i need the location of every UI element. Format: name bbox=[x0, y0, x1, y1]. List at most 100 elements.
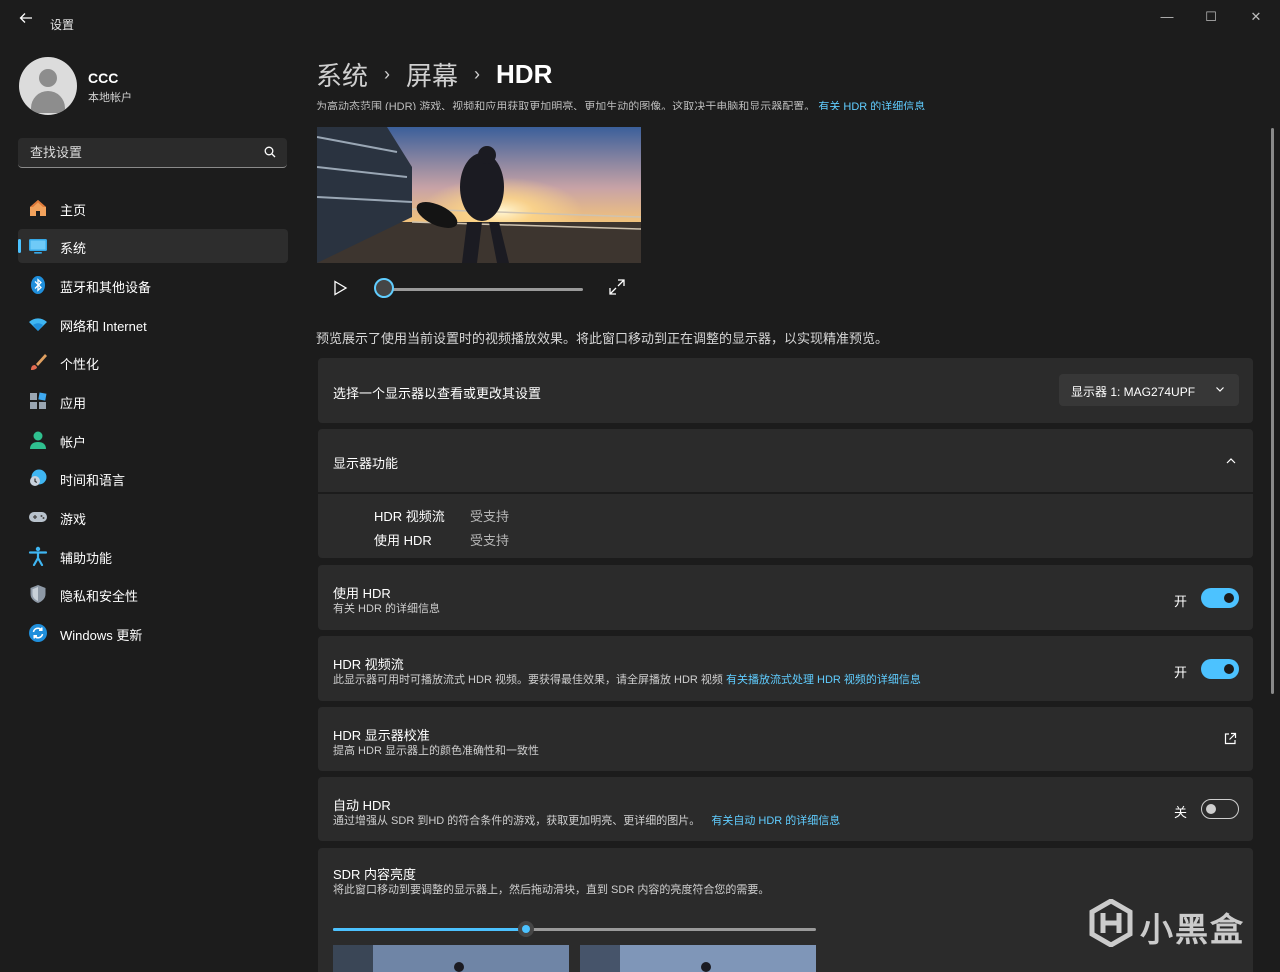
sdr-preview-image-left bbox=[333, 945, 569, 972]
sidebar-item-apps[interactable]: 应用 bbox=[18, 384, 288, 418]
auto-hdr-toggle[interactable] bbox=[1201, 799, 1239, 819]
sidebar-item-label: 辅助功能 bbox=[60, 551, 113, 566]
breadcrumb-display[interactable]: 屏幕 bbox=[406, 56, 458, 93]
search-input[interactable] bbox=[28, 144, 252, 161]
wifi-icon bbox=[29, 318, 47, 331]
time-language-icon bbox=[30, 469, 47, 486]
capabilities-title: 显示器功能 bbox=[333, 456, 399, 471]
title-bar: 设置 — ☐ ✕ bbox=[0, 0, 1280, 46]
capabilities-header[interactable]: 显示器功能 bbox=[318, 429, 1253, 492]
search-icon[interactable] bbox=[263, 145, 277, 159]
auto-hdr-state: 关 bbox=[1173, 805, 1187, 820]
hdr-streaming-desc: 此显示器可用时可播放流式 HDR 视频。要获得最佳效果，请全屏播放 HDR 视频… bbox=[333, 674, 921, 686]
bluetooth-icon bbox=[31, 276, 45, 294]
selected-indicator bbox=[18, 239, 21, 253]
display-select-card: 选择一个显示器以查看或更改其设置 显示器 1: MAG274UPF bbox=[318, 358, 1253, 423]
fullscreen-expand-icon[interactable] bbox=[608, 278, 626, 296]
sidebar-item-bluetooth[interactable]: 蓝牙和其他设备 bbox=[18, 268, 288, 302]
sidebar-item-privacy[interactable]: 隐私和安全性 bbox=[18, 577, 288, 611]
hdr-streaming-card: HDR 视频流 此显示器可用时可播放流式 HDR 视频。要获得最佳效果，请全屏播… bbox=[318, 636, 1253, 701]
hdr-streaming-toggle[interactable] bbox=[1201, 659, 1239, 679]
sdr-preview-image-right bbox=[580, 945, 816, 972]
use-hdr-toggle[interactable] bbox=[1201, 588, 1239, 608]
sidebar-item-network[interactable]: 网络和 Internet bbox=[18, 307, 288, 341]
brush-icon bbox=[31, 354, 47, 370]
video-seek-track[interactable] bbox=[386, 288, 583, 291]
breadcrumb-separator: › bbox=[474, 64, 481, 84]
breadcrumb: 系统 › 屏幕 › HDR bbox=[316, 56, 552, 92]
play-icon[interactable] bbox=[331, 279, 349, 297]
sidebar-item-label: 主页 bbox=[60, 203, 87, 218]
auto-hdr-link[interactable]: 有关自动 HDR 的详细信息 bbox=[711, 815, 840, 827]
display-select-label: 选择一个显示器以查看或更改其设置 bbox=[333, 386, 542, 401]
sdr-brightness-desc: 将此窗口移动到要调整的显示器上，然后拖动滑块，直到 SDR 内容的亮度符合您的需… bbox=[333, 884, 770, 896]
sidebar-item-label: 隐私和安全性 bbox=[60, 589, 139, 604]
breadcrumb-separator: › bbox=[384, 64, 391, 84]
minimize-button[interactable]: — bbox=[1154, 8, 1180, 26]
sidebar-item-label: 应用 bbox=[60, 396, 87, 411]
sidebar-item-personalization[interactable]: 个性化 bbox=[18, 345, 288, 379]
breadcrumb-system[interactable]: 系统 bbox=[316, 56, 368, 93]
use-hdr-state: 开 bbox=[1173, 594, 1187, 609]
hdr-streaming-link[interactable]: 有关播放流式处理 HDR 视频的详细信息 bbox=[726, 674, 921, 686]
sidebar-item-label: 网络和 Internet bbox=[60, 319, 147, 334]
back-arrow-icon[interactable] bbox=[14, 10, 38, 34]
system-display-icon bbox=[29, 239, 47, 254]
display-dropdown[interactable]: 显示器 1: MAG274UPF bbox=[1059, 374, 1239, 406]
capability-name: 使用 HDR bbox=[374, 533, 432, 548]
hdr-streaming-state: 开 bbox=[1173, 665, 1187, 680]
heybox-logo-icon bbox=[1089, 899, 1133, 947]
maximize-button[interactable]: ☐ bbox=[1198, 8, 1224, 26]
capability-name: HDR 视频流 bbox=[374, 509, 445, 524]
avatar[interactable] bbox=[19, 57, 77, 115]
close-button[interactable]: ✕ bbox=[1243, 8, 1269, 26]
sidebar-item-label: 系统 bbox=[60, 241, 87, 256]
intro-text: 为高动态范围 (HDR) 游戏、视频和应用获取更加明亮、更加生动的图像。这取决于… bbox=[316, 98, 1216, 110]
profile-name: CCC bbox=[88, 70, 119, 86]
use-hdr-card: 使用 HDR 有关 HDR 的详细信息 开 bbox=[318, 565, 1253, 630]
sidebar-item-accessibility[interactable]: 辅助功能 bbox=[18, 539, 288, 573]
auto-hdr-desc: 通过增强从 SDR 到HD 的符合条件的游戏，获取更加明亮、更详细的图片。 有关… bbox=[333, 815, 841, 827]
page-title: HDR bbox=[496, 59, 553, 89]
chevron-down-icon bbox=[1216, 387, 1224, 392]
sidebar-item-accounts[interactable]: 帐户 bbox=[18, 423, 288, 457]
scrollbar[interactable] bbox=[1271, 128, 1274, 694]
sidebar-item-windows-update[interactable]: Windows 更新 bbox=[18, 616, 288, 650]
hdr-calibration-card[interactable]: HDR 显示器校准 提高 HDR 显示器上的颜色准确性和一致性 bbox=[318, 707, 1253, 771]
sidebar-item-label: 时间和语言 bbox=[60, 473, 126, 488]
home-icon bbox=[30, 200, 46, 216]
accessibility-icon bbox=[28, 546, 48, 566]
video-seek-thumb[interactable] bbox=[374, 278, 394, 298]
sidebar-item-system[interactable]: 系统 bbox=[18, 229, 288, 263]
sidebar-item-gaming[interactable]: 游戏 bbox=[18, 500, 288, 534]
gamepad-icon bbox=[29, 512, 47, 522]
chevron-up-icon[interactable] bbox=[1225, 455, 1237, 467]
use-hdr-link[interactable]: 有关 HDR 的详细信息 bbox=[333, 600, 440, 616]
display-dropdown-value: 显示器 1: MAG274UPF bbox=[1071, 385, 1196, 399]
open-external-icon[interactable] bbox=[1223, 732, 1237, 746]
app-title: 设置 bbox=[50, 18, 75, 32]
preview-note: 预览展示了使用当前设置时的视频播放效果。将此窗口移动到正在调整的显示器，以实现精… bbox=[316, 331, 889, 346]
apps-icon bbox=[30, 392, 47, 409]
account-icon bbox=[30, 431, 46, 449]
capability-value: 受支持 bbox=[470, 509, 510, 524]
profile-account-type: 本地帐户 bbox=[88, 92, 132, 104]
capability-value: 受支持 bbox=[470, 533, 510, 548]
auto-hdr-card: 自动 HDR 通过增强从 SDR 到HD 的符合条件的游戏，获取更加明亮、更详细… bbox=[318, 777, 1253, 841]
sidebar-item-label: 游戏 bbox=[60, 512, 87, 527]
sidebar-item-label: 蓝牙和其他设备 bbox=[60, 280, 152, 295]
sidebar-item-time-language[interactable]: 时间和语言 bbox=[18, 461, 288, 495]
sidebar-item-label: 个性化 bbox=[60, 357, 100, 372]
windows-update-icon bbox=[29, 624, 47, 642]
shield-icon bbox=[30, 585, 46, 603]
search-box[interactable] bbox=[18, 138, 287, 168]
sidebar-item-label: Windows 更新 bbox=[60, 628, 143, 643]
hdr-preview-video bbox=[317, 127, 641, 263]
sidebar-item-label: 帐户 bbox=[60, 435, 87, 450]
sdr-brightness-slider-fill bbox=[333, 928, 527, 931]
hdr-calibration-desc: 提高 HDR 显示器上的颜色准确性和一致性 bbox=[333, 745, 539, 757]
watermark-logo: 小黑盒 bbox=[1088, 895, 1248, 951]
intro-hdr-link[interactable]: 有关 HDR 的详细信息 bbox=[818, 101, 925, 110]
capabilities-body: HDR 视频流 受支持 使用 HDR 受支持 bbox=[318, 494, 1253, 558]
sidebar-item-home[interactable]: 主页 bbox=[18, 191, 288, 225]
